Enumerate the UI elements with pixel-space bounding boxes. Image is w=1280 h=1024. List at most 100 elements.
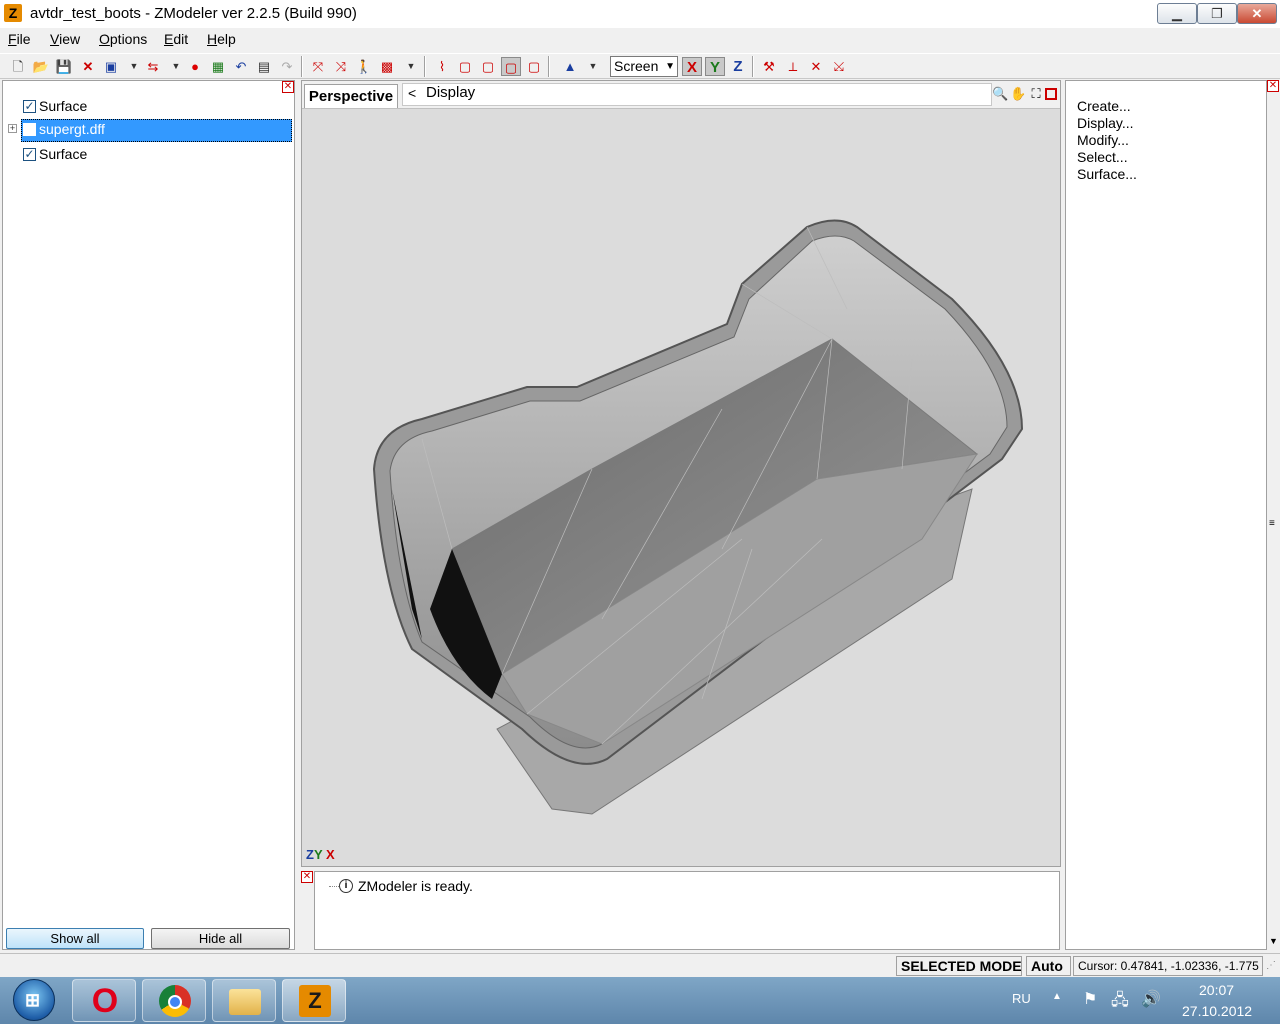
folder-icon [229,989,261,1015]
viewport-header: Perspective < Display 🔍 ✋ ⛶ [302,81,1060,109]
select-icon[interactable]: ⤧ [308,57,328,76]
box4-icon[interactable]: ▢ [524,57,544,76]
clock-date[interactable]: 27.10.2012 [1182,1003,1252,1019]
fill-dropdown-icon[interactable]: ▼ [583,57,603,76]
record-icon[interactable]: ● [185,57,205,76]
render-icon[interactable]: ▩ [377,57,397,76]
object-tree-panel: ✕ ✓ Surface + supergt.dff ✓ Surface [2,80,295,950]
taskbar-app-opera[interactable]: O [72,979,136,1022]
viewport[interactable]: Perspective < Display 🔍 ✋ ⛶ ZY X [301,80,1061,867]
app-icon[interactable]: Z [4,4,22,22]
tree-item-label: Surface [39,146,88,162]
log-message: ZModeler is ready. [358,878,473,894]
axis-y-button[interactable]: Y [705,57,725,76]
taskbar-app-explorer[interactable] [212,979,276,1022]
tool4-icon[interactable]: ⤩ [829,57,849,76]
clock-time[interactable]: 20:07 [1199,982,1234,998]
zoom-icon[interactable]: 🔍 [992,86,1008,102]
tree-connector [329,886,339,887]
export-icon[interactable]: ⇆ [143,57,163,76]
taskbar: ⊞ O Z RU ▲ ⚑ 🖧 🔊 20:07 27.10.2012 [0,977,1280,1024]
box-icon[interactable]: ▢ [455,57,475,76]
close-icon[interactable]: ✕ [301,871,313,883]
command-modify[interactable]: Modify... [1077,132,1129,148]
auto-indicator[interactable]: Auto [1026,956,1071,976]
edge-icon[interactable]: ⌇ [432,57,452,76]
tree-item[interactable]: ✓ Surface [3,96,293,118]
menu-view[interactable]: View [50,31,80,47]
menu-options[interactable]: Options [99,31,147,47]
axis-y-label: Y [313,847,323,862]
box3-icon[interactable]: ▢ [501,57,521,76]
import-dropdown-icon[interactable]: ▼ [124,57,144,76]
render-dropdown-icon[interactable]: ▼ [401,57,421,76]
menu-help[interactable]: Help [207,31,236,47]
close-button[interactable]: ✕ [1237,3,1277,24]
maximize-viewport-icon[interactable] [1045,88,1057,100]
import-icon[interactable]: ▣ [101,57,121,76]
action-center-flag-icon[interactable]: ⚑ [1083,989,1097,1009]
fill-icon[interactable]: ▲ [560,57,580,76]
image-icon[interactable]: ▦ [208,57,228,76]
tree-item-label: supergt.dff [39,121,105,137]
undo-icon[interactable]: ↶ [231,57,251,76]
show-hidden-icons-icon[interactable]: ▲ [1052,991,1062,1002]
move-icon[interactable]: ⤨ [331,57,351,76]
network-icon[interactable]: 🖧 [1111,989,1129,1016]
breadcrumb-label[interactable]: Display [426,84,475,101]
breadcrumb [402,83,992,106]
new-file-icon[interactable]: 🗋 [8,57,28,76]
delete-icon[interactable]: ✕ [78,57,98,76]
axis-x-button[interactable]: X [682,57,702,76]
visibility-checkbox[interactable]: ✓ [23,148,36,161]
tree-item[interactable]: ✓ Surface [3,144,293,166]
close-icon[interactable]: ✕ [1267,80,1279,92]
back-button[interactable]: < [408,85,416,101]
command-create[interactable]: Create... [1077,98,1131,114]
redo-icon[interactable]: ↷ [277,57,297,76]
menu-file[interactable]: File [8,31,31,47]
tool1-icon[interactable]: ⚒ [759,57,779,76]
start-button[interactable]: ⊞ [13,979,55,1021]
scroll-down-icon[interactable]: ▼ [1269,936,1278,946]
axis-z-button[interactable]: Z [728,57,748,76]
command-display[interactable]: Display... [1077,115,1134,131]
toolbar-separator [752,56,754,77]
visibility-checkbox[interactable] [23,123,36,136]
pan-hand-icon[interactable]: ✋ [1010,86,1026,102]
taskbar-app-chrome[interactable] [142,979,206,1022]
hide-all-button[interactable]: Hide all [151,928,290,949]
language-indicator[interactable]: RU [1012,991,1031,1006]
command-select[interactable]: Select... [1077,149,1128,165]
model-render[interactable] [302,109,1060,866]
expand-icon[interactable]: + [8,124,17,133]
box2-icon[interactable]: ▢ [478,57,498,76]
open-folder-icon[interactable]: 📂 [31,57,51,76]
fit-view-icon[interactable]: ⛶ [1028,86,1044,102]
zmodeler-icon: Z [299,985,331,1017]
save-icon[interactable]: 💾 [54,57,74,76]
menu-edit[interactable]: Edit [164,31,188,47]
properties-icon[interactable]: ▤ [254,57,274,76]
tab-perspective[interactable]: Perspective [304,84,398,108]
minimize-button[interactable]: ▁ [1157,3,1197,24]
toolbar-separator [424,56,426,77]
walk-icon[interactable]: 🚶 [354,57,374,76]
command-surface[interactable]: Surface... [1077,166,1137,182]
maximize-button[interactable]: ❐ [1197,3,1237,24]
chevron-down-icon: ▼ [665,61,675,72]
scrollbar[interactable]: ✕ ≡ ▼ [1267,80,1280,950]
tool3-icon[interactable]: ✕ [806,57,826,76]
taskbar-app-zmodeler[interactable]: Z [282,979,346,1022]
scrollbar-grip-icon[interactable]: ≡ [1269,518,1275,529]
coord-mode-select[interactable]: Screen ▼ [610,56,678,77]
tree-item-selected[interactable]: + supergt.dff [3,119,293,142]
show-all-button[interactable]: Show all [6,928,144,949]
volume-icon[interactable]: 🔊 [1141,989,1161,1009]
close-icon[interactable]: ✕ [282,81,294,93]
export-dropdown-icon[interactable]: ▼ [166,57,186,76]
tool2-icon[interactable]: ⟂ [783,57,803,76]
visibility-checkbox[interactable]: ✓ [23,100,36,113]
resize-grip-icon[interactable]: ⋰ [1266,960,1276,971]
log-output: i ZModeler is ready. [314,871,1060,950]
